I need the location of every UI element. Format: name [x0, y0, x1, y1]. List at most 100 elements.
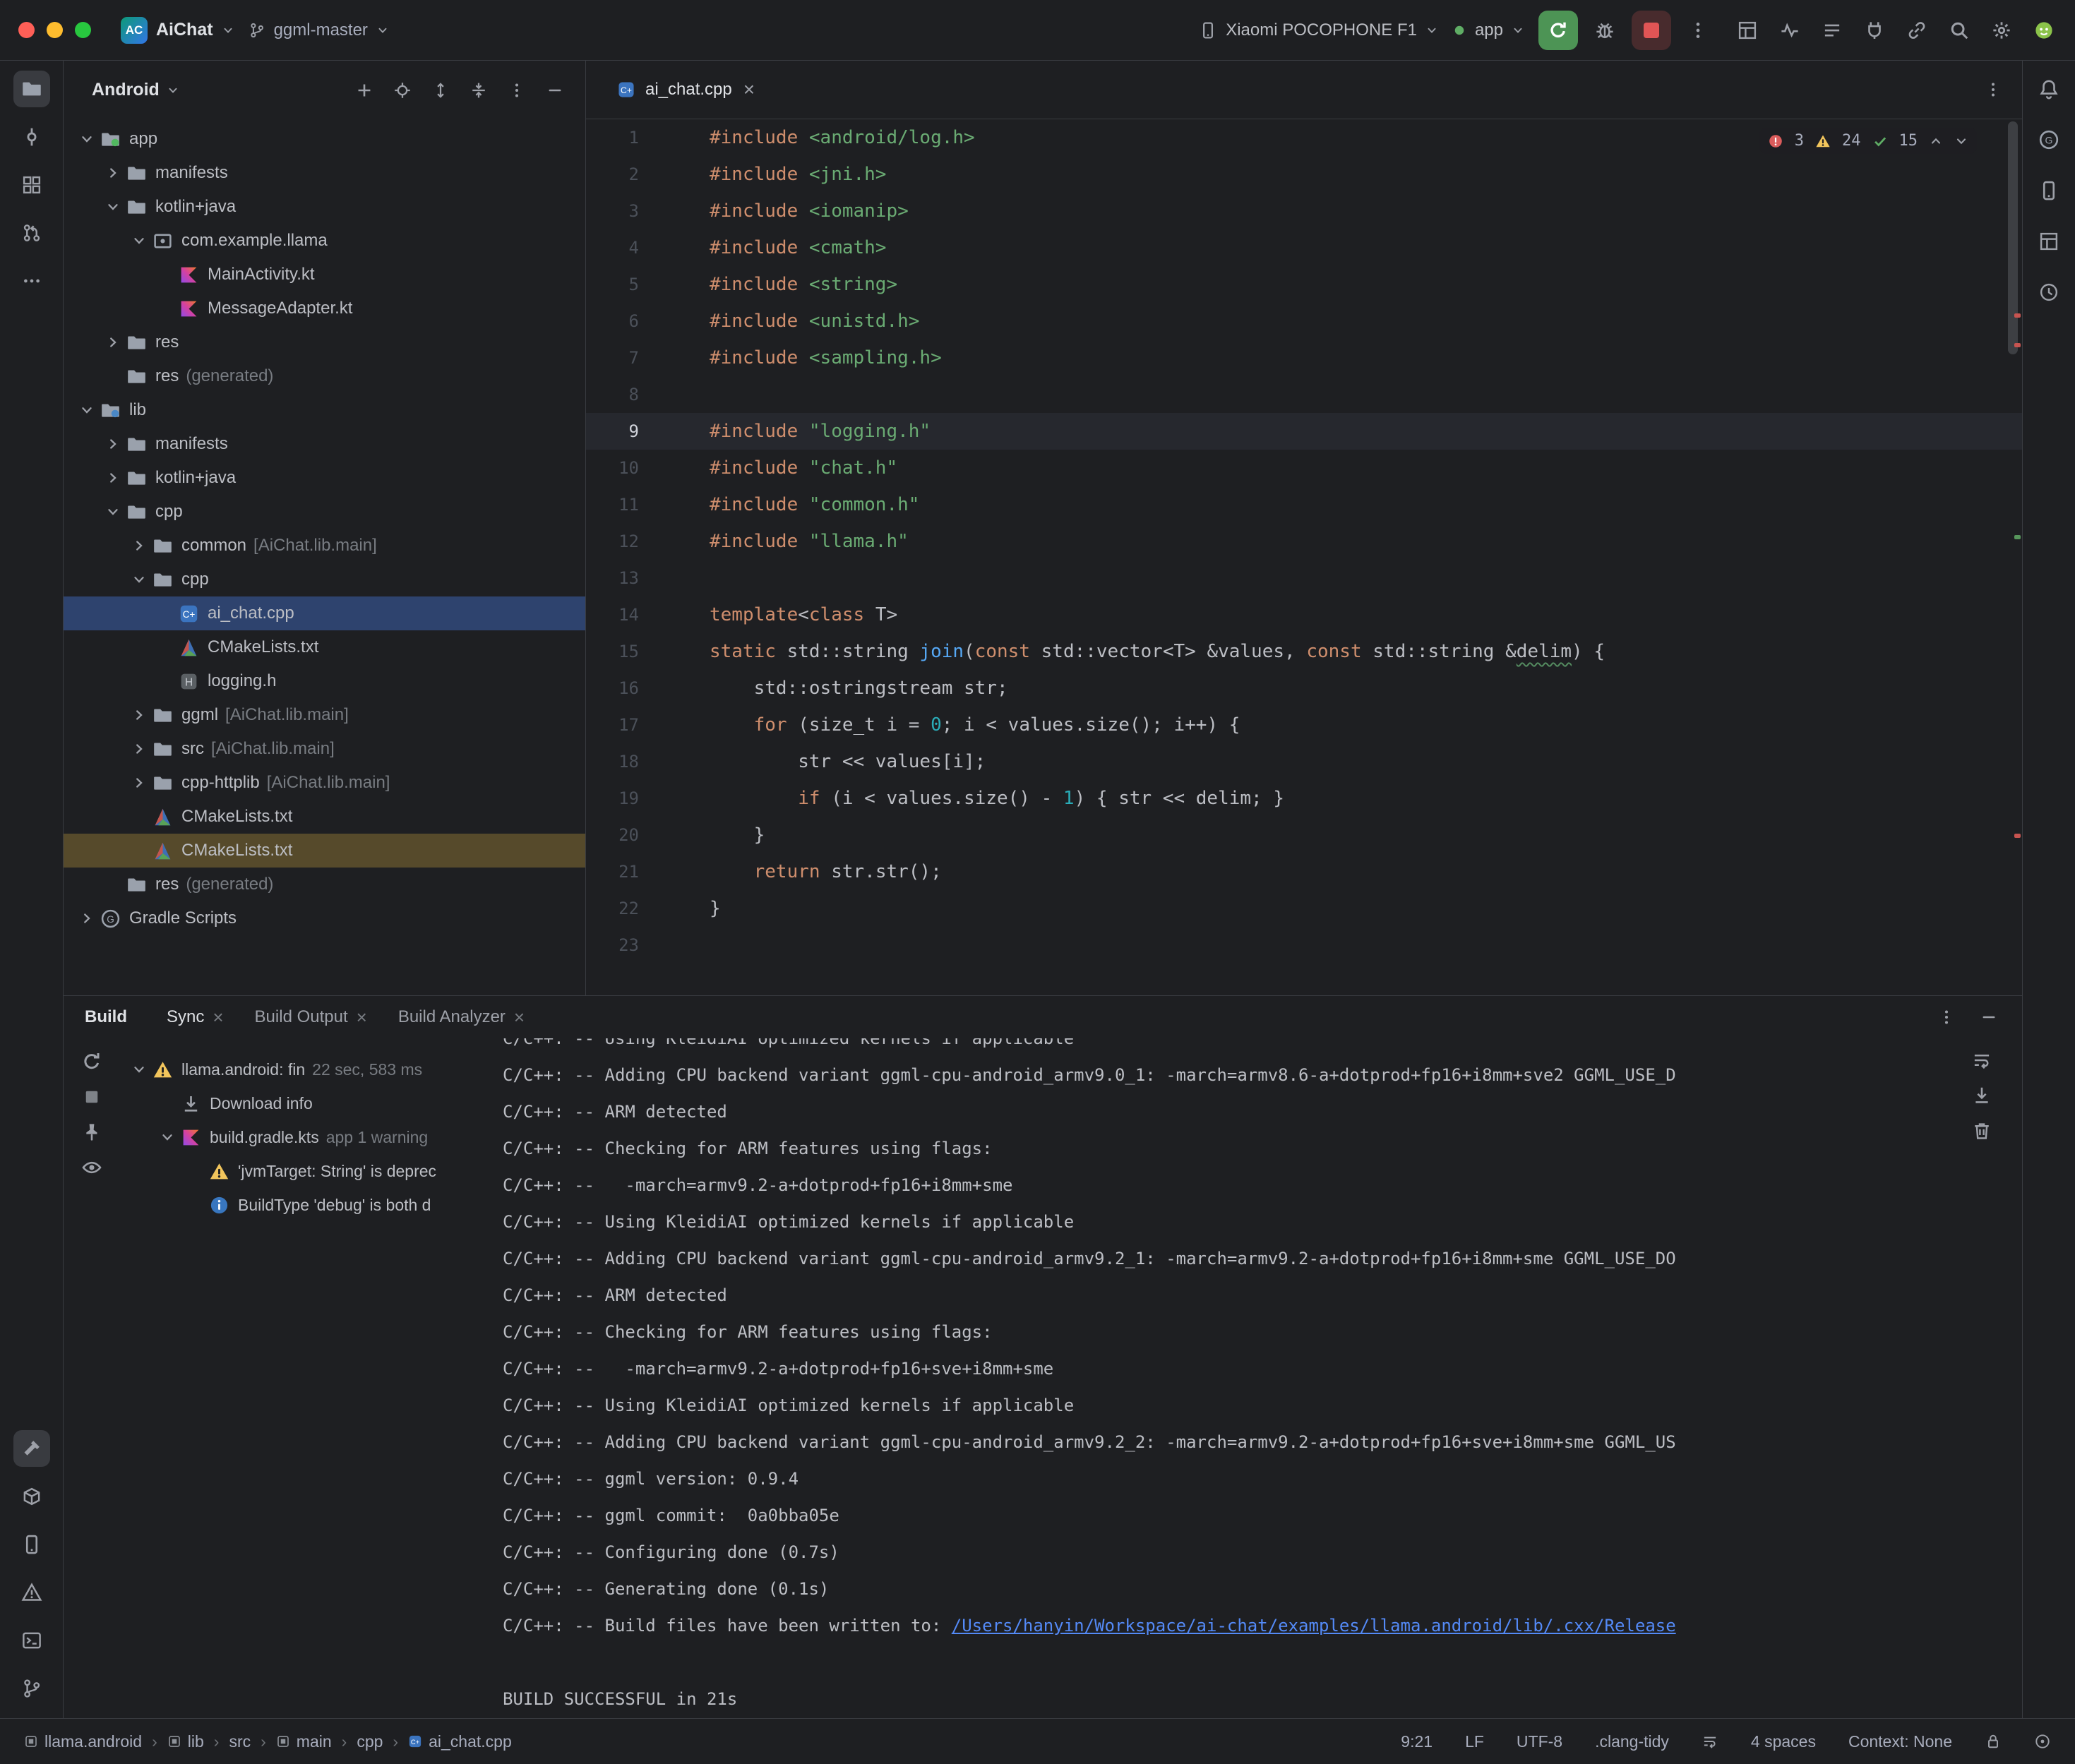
code-style-config[interactable]: .clang-tidy — [1595, 1732, 1669, 1751]
device-selector[interactable]: Xiaomi POCOPHONE F1 — [1199, 20, 1438, 40]
project-tree-item-messageadapter-kt[interactable]: MessageAdapter.kt — [64, 292, 585, 325]
cursor-position[interactable]: 9:21 — [1401, 1732, 1433, 1751]
debug-button[interactable] — [1592, 18, 1617, 43]
plugins-icon[interactable] — [1862, 18, 1887, 43]
zoom-window-button[interactable] — [75, 22, 91, 38]
chevron-right-icon[interactable] — [100, 335, 126, 350]
breadcrumb-item-ai-chat-cpp[interactable]: C+ai_chat.cpp — [408, 1732, 512, 1751]
inspections-widget[interactable]: 3 24 15 — [1759, 128, 1977, 154]
project-tree-item-cmakelists-txt[interactable]: CMakeLists.txt — [64, 800, 585, 834]
code-line-12[interactable]: 12#include "llama.h" — [586, 523, 2022, 560]
tool-strip-button-build[interactable] — [13, 1430, 50, 1467]
project-tree-item-gradle-scripts[interactable]: GGradle Scripts — [64, 901, 585, 935]
stop-sync-icon[interactable] — [81, 1086, 102, 1108]
project-tree-item-res[interactable]: res(generated) — [64, 359, 585, 393]
chevron-right-icon[interactable] — [73, 911, 100, 926]
code-line-4[interactable]: 4#include <cmath> — [586, 229, 2022, 266]
build-output-link[interactable]: /Users/hanyin/Workspace/ai-chat/examples… — [952, 1616, 1676, 1636]
chevron-down-icon[interactable] — [126, 233, 153, 248]
build-tab-build-output[interactable]: Build Output× — [239, 996, 383, 1038]
chevron-right-icon[interactable] — [100, 436, 126, 452]
expand-all-icon[interactable] — [431, 81, 450, 100]
tool-strip-button-device-explorer[interactable] — [13, 1478, 50, 1515]
project-tree-item-src[interactable]: src[AiChat.lib.main] — [64, 732, 585, 766]
pin-icon[interactable] — [81, 1122, 102, 1143]
code-line-8[interactable]: 8 — [586, 376, 2022, 413]
tool-strip-button-running-devices-mirror[interactable] — [2031, 223, 2067, 260]
error-stripe-mark[interactable] — [2014, 313, 2021, 318]
next-issue-icon[interactable] — [1954, 134, 1968, 148]
chevron-right-icon[interactable] — [100, 470, 126, 486]
collapse-all-icon[interactable] — [470, 81, 488, 100]
code-line-6[interactable]: 6#include <unistd.h> — [586, 303, 2022, 340]
tool-strip-button-more[interactable] — [13, 263, 50, 299]
build-tab-sync[interactable]: Sync× — [151, 996, 239, 1038]
code-line-11[interactable]: 11#include "common.h" — [586, 486, 2022, 523]
chevron-down-icon[interactable] — [100, 504, 126, 520]
breadcrumb-item-main[interactable]: main — [276, 1732, 332, 1751]
tool-strip-button-app-insights[interactable] — [2031, 274, 2067, 311]
project-tree-item-mainactivity-kt[interactable]: MainActivity.kt — [64, 258, 585, 292]
tool-strip-button-structure[interactable] — [13, 167, 50, 203]
close-tab-icon[interactable]: × — [213, 1007, 223, 1028]
sync-tree-item-download-info[interactable]: Download info — [120, 1086, 487, 1120]
lock-icon[interactable] — [1985, 1733, 2002, 1750]
line-separator[interactable]: LF — [1465, 1732, 1484, 1751]
scroll-to-end-icon[interactable] — [1971, 1085, 1992, 1106]
search-icon[interactable] — [1947, 18, 1972, 43]
code-line-3[interactable]: 3#include <iomanip> — [586, 193, 2022, 229]
sync-tree-item-jvmtarget-string-is-deprec[interactable]: 'jvmTarget: String' is deprec — [120, 1154, 487, 1188]
studio-bot-icon[interactable] — [2031, 18, 2057, 43]
breadcrumb-item-src[interactable]: src — [229, 1732, 251, 1751]
code-line-19[interactable]: 19 if (i < values.size() - 1) { str << d… — [586, 780, 2022, 817]
chevron-down-icon[interactable] — [154, 1129, 181, 1145]
more-run-options-button[interactable] — [1685, 18, 1711, 43]
clear-console-icon[interactable] — [1971, 1120, 1992, 1141]
status-indicator-icon[interactable] — [2034, 1733, 2051, 1750]
code-line-21[interactable]: 21 return str.str(); — [586, 853, 2022, 890]
change-stripe-mark[interactable] — [2014, 535, 2021, 539]
add-icon[interactable] — [355, 81, 373, 100]
code-line-7[interactable]: 7#include <sampling.h> — [586, 340, 2022, 376]
tool-strip-button-pull-requests[interactable] — [13, 215, 50, 251]
code-line-22[interactable]: 22} — [586, 890, 2022, 927]
sync-tree-item-build-gradle-kts[interactable]: build.gradle.ktsapp 1 warning — [120, 1120, 487, 1154]
editor-options-icon[interactable] — [1984, 80, 2002, 99]
re-sync-icon[interactable] — [81, 1051, 102, 1072]
project-selector[interactable]: AC AiChat — [121, 17, 234, 44]
options-icon[interactable] — [1937, 1008, 1956, 1026]
project-tree-item-cpp[interactable]: cpp — [64, 495, 585, 529]
tool-strip-button-terminal[interactable] — [13, 1622, 50, 1659]
hide-panel-icon[interactable] — [1980, 1008, 1998, 1026]
chevron-right-icon[interactable] — [126, 775, 153, 791]
code-line-15[interactable]: 15static std::string join(const std::vec… — [586, 633, 2022, 670]
stop-button[interactable] — [1632, 11, 1671, 50]
profiler-icon[interactable] — [1777, 18, 1802, 43]
build-console[interactable]: C/C++: -- Using KleidiAI optimized kerne… — [487, 1038, 2022, 1718]
project-view-title[interactable]: Android — [92, 80, 160, 100]
inspect-icon[interactable] — [81, 1157, 102, 1178]
tool-strip-button-problems[interactable] — [13, 1574, 50, 1611]
code-line-10[interactable]: 10#include "chat.h" — [586, 450, 2022, 486]
tool-strip-button-commit[interactable] — [13, 119, 50, 155]
code-line-13[interactable]: 13 — [586, 560, 2022, 596]
code-line-20[interactable]: 20 } — [586, 817, 2022, 853]
project-tree-item-cpp-httplib[interactable]: cpp-httplib[AiChat.lib.main] — [64, 766, 585, 800]
locate-file-icon[interactable] — [393, 81, 412, 100]
chevron-down-icon[interactable] — [167, 84, 179, 97]
chevron-right-icon[interactable] — [126, 538, 153, 553]
chevron-down-icon[interactable] — [100, 199, 126, 215]
project-tree-item-cmakelists-txt[interactable]: CMakeLists.txt — [64, 834, 585, 868]
error-stripe-mark[interactable] — [2014, 834, 2021, 838]
breadcrumb-item-llama-android[interactable]: llama.android — [24, 1732, 142, 1751]
breadcrumb-item-lib[interactable]: lib — [167, 1732, 204, 1751]
code-line-18[interactable]: 18 str << values[i]; — [586, 743, 2022, 780]
options-icon[interactable] — [508, 81, 526, 100]
tool-strip-button-running-devices[interactable] — [13, 1526, 50, 1563]
settings-icon[interactable] — [1989, 18, 2014, 43]
logcat-icon[interactable] — [1819, 18, 1845, 43]
sync-tree-item-llama-android-fin[interactable]: llama.android: fin22 sec, 583 ms — [120, 1052, 487, 1086]
code-line-16[interactable]: 16 std::ostringstream str; — [586, 670, 2022, 707]
device-mirroring-icon[interactable] — [1904, 18, 1930, 43]
project-tree-item-ai-chat-cpp[interactable]: C+ai_chat.cpp — [64, 596, 585, 630]
